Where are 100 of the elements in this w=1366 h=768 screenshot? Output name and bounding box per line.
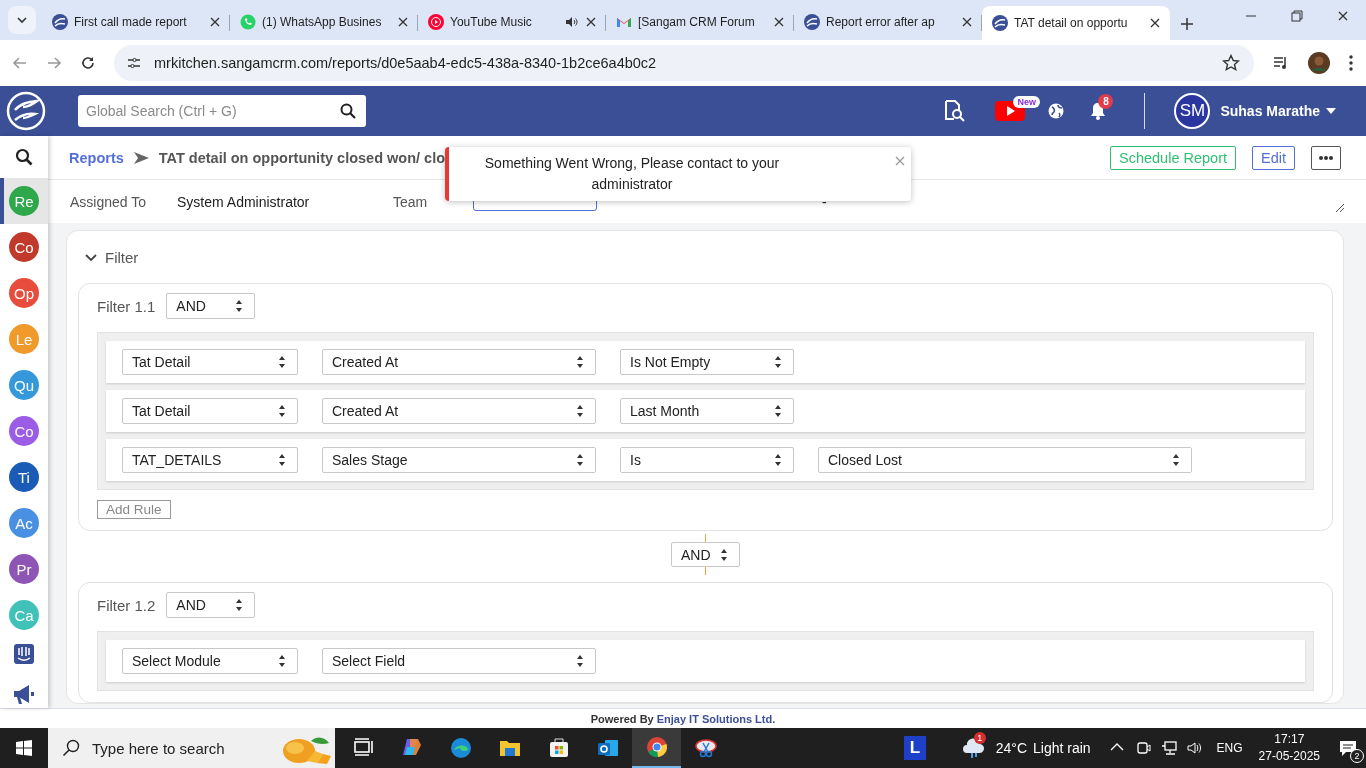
breadcrumb-link[interactable]: Reports xyxy=(69,149,124,166)
footer-text: Powered By xyxy=(590,712,654,725)
chevron-down-icon[interactable] xyxy=(85,251,97,263)
sort-arrows-icon xyxy=(278,404,286,418)
star-icon[interactable] xyxy=(1222,54,1240,72)
field-value: System Administrator xyxy=(177,193,310,210)
taskbar-app[interactable] xyxy=(632,728,681,768)
dropdown[interactable]: Is Not Empty xyxy=(620,349,794,375)
dropdown[interactable]: Last Month xyxy=(620,398,794,424)
more-button[interactable] xyxy=(1311,145,1341,170)
module-avatar: Pr xyxy=(9,554,39,584)
dropdown[interactable]: Closed Lost xyxy=(818,447,1192,473)
close-icon[interactable] xyxy=(1148,16,1162,30)
dropdown[interactable]: AND xyxy=(671,542,740,567)
forward-icon[interactable] xyxy=(46,55,62,71)
dropdown[interactable]: Created At xyxy=(322,349,596,375)
reload-icon[interactable] xyxy=(80,55,96,71)
search-icon[interactable] xyxy=(15,148,33,166)
browser-tab[interactable]: (1) WhatsApp Busines xyxy=(230,6,418,38)
scissors-icon xyxy=(694,737,717,759)
sort-arrows-icon xyxy=(278,453,286,467)
edit-button[interactable]: Edit xyxy=(1252,145,1295,170)
company-link[interactable]: Enjay IT Solutions Ltd. xyxy=(656,712,776,725)
dropdown[interactable]: AND xyxy=(166,592,256,618)
restore-icon[interactable] xyxy=(1290,9,1304,23)
caret-icon[interactable] xyxy=(1326,108,1336,114)
close-icon[interactable] xyxy=(772,15,786,29)
close-icon[interactable] xyxy=(584,15,598,29)
address-bar[interactable]: mrkitchen.sangamcrm.com/reports/d0e5aab4-edc5-438a-8340-1b2ce6a4b0c2 xyxy=(114,45,1254,81)
dropdown[interactable]: Is xyxy=(620,447,794,473)
dropdown[interactable]: AND xyxy=(166,293,256,319)
add-rule-button[interactable]: Add Rule xyxy=(97,500,171,519)
notification-icon[interactable] xyxy=(1338,738,1358,758)
language-indicator[interactable]: ENG xyxy=(1216,741,1243,755)
sidebar-item[interactable]: Op xyxy=(0,270,48,316)
close-icon[interactable] xyxy=(1336,9,1350,23)
browser-tab[interactable]: [Sangam CRM Forum xyxy=(606,6,794,38)
profile-avatar[interactable] xyxy=(1308,52,1330,74)
close-icon[interactable] xyxy=(208,15,222,29)
close-icon[interactable] xyxy=(960,15,974,29)
temperature[interactable]: 24°C xyxy=(995,740,1027,756)
search-icon[interactable] xyxy=(340,103,356,119)
sidebar-item[interactable]: Co xyxy=(0,224,48,270)
globe-icon[interactable] xyxy=(1048,103,1065,119)
dropdown[interactable]: Select Field xyxy=(322,648,596,674)
dropdown[interactable]: TAT_DETAILS xyxy=(122,447,298,473)
global-search-field[interactable]: Global Search (Ctrl + G) xyxy=(78,95,366,127)
browser-tab[interactable]: Report error after ap xyxy=(794,6,982,38)
tune-icon[interactable] xyxy=(126,55,142,71)
chat-widget-icon[interactable] xyxy=(14,644,34,664)
dropdown[interactable]: Tat Detail xyxy=(122,398,298,424)
cloud-rain-icon[interactable] xyxy=(961,737,986,759)
sort-arrows-icon xyxy=(576,404,584,418)
camera-icon[interactable] xyxy=(1134,740,1151,756)
volume-icon[interactable] xyxy=(1186,740,1203,756)
taskbar-search-field[interactable]: Type here to search xyxy=(48,728,335,768)
crm-logo-icon xyxy=(804,14,820,30)
windows-start-icon[interactable] xyxy=(16,740,32,756)
browser-tab[interactable]: First call made report xyxy=(42,6,230,38)
sidebar-item[interactable]: Ti xyxy=(0,454,48,500)
sort-arrows-icon xyxy=(774,404,782,418)
document-search-icon[interactable] xyxy=(943,100,966,122)
more-icon[interactable] xyxy=(1319,155,1333,160)
clock[interactable]: 17:17 27-05-2025 xyxy=(1258,731,1320,765)
dropdown[interactable]: Created At xyxy=(322,398,596,424)
menu-icon[interactable] xyxy=(1348,54,1354,72)
sort-arrows-icon xyxy=(278,355,286,369)
field-label: Assigned To xyxy=(70,193,147,210)
dropdown[interactable]: Sales Stage xyxy=(322,447,596,473)
user-name[interactable]: Suhas Marathe xyxy=(1220,103,1320,119)
report-title: TAT detail on opportunity closed won/ clo xyxy=(158,149,446,166)
network-icon[interactable] xyxy=(1160,740,1177,756)
resize-handle-icon[interactable] xyxy=(1335,203,1344,212)
browser-tab[interactable]: TAT detail on opportu xyxy=(982,6,1170,40)
crm-logo-icon xyxy=(992,15,1008,31)
sort-arrows-icon xyxy=(1172,453,1180,467)
sidebar-item[interactable]: Co xyxy=(0,408,48,454)
weather-condition[interactable]: Light rain xyxy=(1033,740,1091,756)
sort-arrows-icon xyxy=(774,453,782,467)
toast-message: Something Went Wrong, Please contact to your administrator xyxy=(483,154,781,194)
notification-count: 2 xyxy=(1350,749,1364,763)
dropdown[interactable]: Tat Detail xyxy=(122,349,298,375)
close-icon[interactable] xyxy=(396,15,410,29)
sidebar-item[interactable]: Pr xyxy=(0,546,48,592)
logo-icon[interactable] xyxy=(6,91,46,131)
sort-arrows-icon xyxy=(774,355,782,369)
chevron-down-icon[interactable] xyxy=(16,14,28,26)
back-icon[interactable] xyxy=(12,55,28,71)
dropdown[interactable]: Select Module xyxy=(122,648,298,674)
sort-arrows-icon xyxy=(235,299,244,313)
store-icon xyxy=(547,737,570,759)
megaphone-icon[interactable] xyxy=(12,684,36,706)
taskbar-app[interactable]: L xyxy=(904,736,926,760)
module-avatar: Ac xyxy=(9,508,39,538)
module-avatar: Qu xyxy=(9,370,39,400)
section-title[interactable]: Filter xyxy=(105,248,139,266)
user-avatar[interactable]: SM xyxy=(1174,93,1211,129)
plus-icon[interactable] xyxy=(1180,17,1194,31)
browser-tab[interactable]: YouTube Music xyxy=(418,6,606,38)
speaker-icon[interactable] xyxy=(564,15,578,29)
